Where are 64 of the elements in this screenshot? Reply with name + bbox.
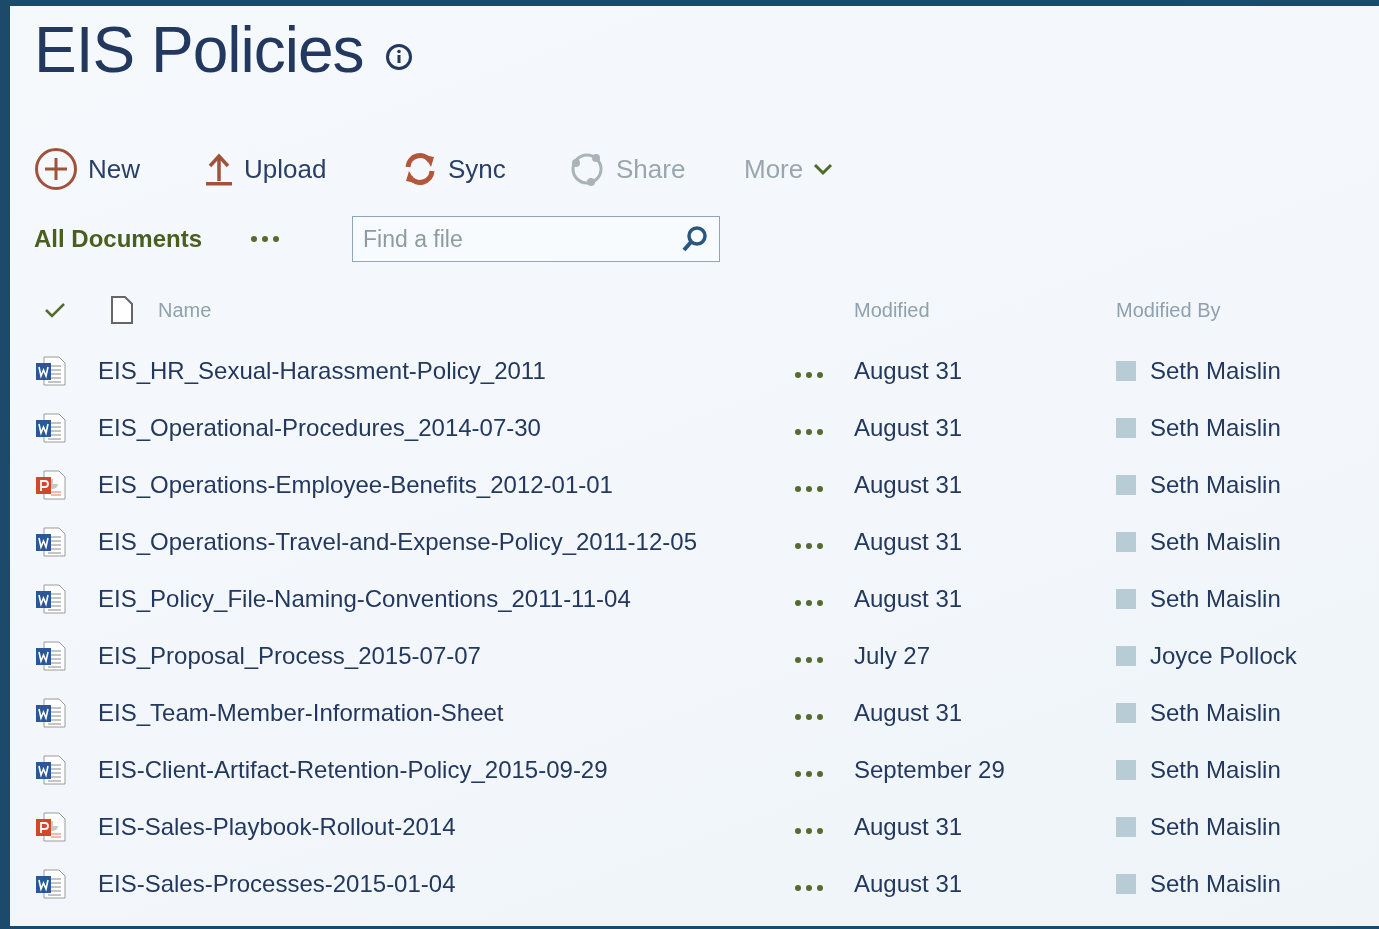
file-name-link[interactable]: EIS-Sales-Playbook-Rollout-2014 [98, 812, 794, 841]
user-name-link[interactable]: Seth Maislin [1150, 812, 1281, 841]
more-icon[interactable] [794, 769, 824, 778]
file-name-link[interactable]: EIS_Proposal_Process_2015-07-07 [98, 641, 794, 670]
file-name-link[interactable]: EIS_Team-Member-Information-Sheet [98, 698, 794, 727]
user-presence-icon [1116, 702, 1136, 723]
more-icon[interactable] [794, 598, 824, 607]
user-name-link[interactable]: Seth Maislin [1150, 755, 1281, 784]
sync-button[interactable]: Sync [402, 151, 506, 187]
file-name-link[interactable]: EIS_HR_Sexual-Harassment-Policy_2011 [98, 356, 794, 385]
info-icon[interactable] [385, 43, 414, 71]
modified-date: August 31 [854, 527, 964, 556]
modified-date: July 27 [854, 641, 932, 670]
search-field[interactable]: Find a file [352, 216, 720, 262]
chevron-down-icon [813, 162, 834, 176]
view-tab[interactable]: All Documents [34, 225, 250, 253]
more-icon[interactable] [794, 370, 824, 379]
user-presence-icon [1116, 759, 1136, 780]
user-presence-icon [1116, 816, 1136, 837]
file-name-link[interactable]: EIS_Operations-Travel-and-Expense-Policy_2011-12-05 [98, 527, 794, 556]
modified-date: August 31 [854, 812, 964, 841]
user-name-link[interactable]: Seth Maislin [1150, 413, 1281, 442]
user-name-link[interactable]: Seth Maislin [1150, 356, 1281, 385]
user-name-link[interactable]: Seth Maislin [1150, 584, 1281, 613]
file-name-link[interactable]: EIS-Sales-Processes-2015-01-04 [98, 869, 794, 898]
user-presence-icon [1116, 474, 1136, 495]
more-icon[interactable] [794, 883, 824, 892]
modified-date: August 31 [854, 698, 964, 727]
plus-circle-icon [34, 147, 78, 191]
user-name-link[interactable]: Seth Maislin [1150, 869, 1281, 898]
user-presence-icon [1116, 588, 1136, 609]
file-name-link[interactable]: EIS_Operational-Procedures_2014-07-30 [98, 413, 794, 442]
more-icon[interactable] [250, 235, 280, 243]
more-icon[interactable] [794, 712, 824, 721]
user-name-link[interactable]: Seth Maislin [1150, 698, 1281, 727]
file-name-link[interactable]: EIS-Client-Artifact-Retention-Policy_2015-09-29 [98, 755, 794, 784]
modified-date: August 31 [854, 413, 964, 442]
modified-date: August 31 [854, 470, 964, 499]
more-icon[interactable] [794, 427, 824, 436]
upload-button[interactable]: Upload [204, 151, 327, 187]
new-button[interactable]: New [34, 147, 140, 191]
user-presence-icon [1116, 531, 1136, 552]
modified-date: August 31 [854, 356, 964, 385]
modified-date: September 29 [854, 755, 1006, 784]
checkmark-icon[interactable] [44, 301, 66, 319]
user-presence-icon [1116, 873, 1136, 894]
page-title: EIS Policies [34, 13, 364, 87]
user-name-link[interactable]: Seth Maislin [1150, 527, 1281, 556]
more-icon[interactable] [794, 541, 824, 550]
user-presence-icon [1116, 417, 1136, 438]
more-icon[interactable] [794, 826, 824, 835]
document-icon [110, 295, 134, 325]
more-icon[interactable] [794, 484, 824, 493]
search-icon [682, 225, 708, 253]
user-name-link[interactable]: Seth Maislin [1150, 470, 1281, 499]
user-presence-icon [1116, 645, 1136, 666]
more-icon[interactable] [794, 655, 824, 664]
modified-date: August 31 [854, 584, 964, 613]
file-name-link[interactable]: EIS_Policy_File-Naming-Conventions_2011-11-04 [98, 584, 794, 613]
user-presence-icon [1116, 360, 1136, 381]
upload-arrow-icon [204, 151, 234, 187]
file-name-link[interactable]: EIS_Operations-Employee-Benefits_2012-01-01 [98, 470, 794, 499]
user-name-link[interactable]: Joyce Pollock [1150, 641, 1297, 670]
modified-date: August 31 [854, 869, 964, 898]
